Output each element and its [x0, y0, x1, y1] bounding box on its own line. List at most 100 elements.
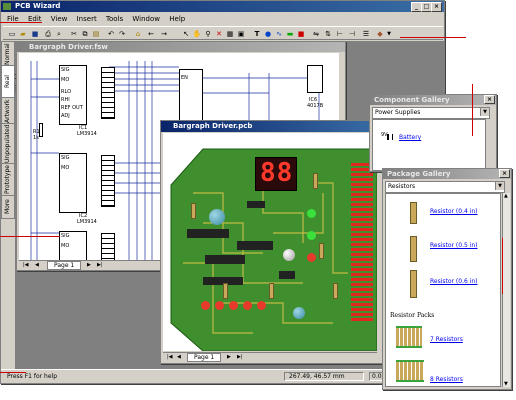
align-left-icon[interactable]: ⊢: [335, 29, 345, 39]
capacitor-large[interactable]: [209, 209, 225, 225]
pcb-canvas[interactable]: 88: [163, 133, 377, 351]
seven-segment-display[interactable]: 88: [255, 157, 297, 191]
led-red-5[interactable]: [243, 301, 252, 310]
flip-v-icon[interactable]: ⇅: [323, 29, 333, 39]
pointer-icon[interactable]: ↖: [181, 29, 191, 39]
ic6-symbol[interactable]: [307, 65, 323, 93]
ic3-bargraph[interactable]: [101, 233, 115, 263]
led-bargraph-column[interactable]: [351, 163, 373, 323]
schematic-next-page-icon[interactable]: ▶: [87, 262, 91, 268]
led-red-3[interactable]: [215, 301, 224, 310]
pcb-hscroll[interactable]: |◀ ◀ Page 1 ▶ ▶|: [163, 352, 377, 362]
ic-chip-5[interactable]: [279, 271, 295, 279]
menu-window[interactable]: Window: [132, 15, 160, 23]
resistor-2[interactable]: [223, 283, 228, 299]
resistor-6[interactable]: [333, 283, 338, 299]
resistor-05-link[interactable]: Resistor (0.5 in): [430, 242, 478, 249]
resistor-04-link[interactable]: Resistor (0.4 in): [430, 208, 478, 215]
menu-insert[interactable]: Insert: [77, 15, 97, 23]
tab-prototype[interactable]: Prototype: [1, 163, 15, 197]
open-icon[interactable]: ▰: [18, 29, 28, 39]
text-icon[interactable]: T: [252, 29, 262, 39]
ic-chip-2[interactable]: [237, 241, 273, 250]
save-icon[interactable]: ■: [30, 29, 40, 39]
ic2-symbol[interactable]: [59, 153, 87, 213]
print-icon[interactable]: ⎙: [43, 29, 53, 39]
chevron-down-icon[interactable]: ▼: [480, 108, 489, 116]
paste-icon[interactable]: ▤: [91, 29, 101, 39]
ic-chip-3[interactable]: [205, 255, 245, 264]
scroll-up-icon[interactable]: ▲: [504, 193, 508, 199]
capacitor-small-2[interactable]: [293, 307, 305, 319]
ic-chip-1[interactable]: [187, 229, 229, 238]
menu-view[interactable]: View: [51, 15, 68, 23]
flip-h-icon[interactable]: ⇋: [311, 29, 321, 39]
led-green-1[interactable]: [307, 209, 316, 218]
copy-icon[interactable]: ⧉: [80, 29, 90, 39]
home-icon[interactable]: ⌂: [133, 29, 143, 39]
hand-icon[interactable]: ✋: [192, 29, 202, 39]
tab-artwork[interactable]: Artwork: [1, 97, 15, 125]
led-red-6[interactable]: [257, 301, 266, 310]
pcb-prev-page-icon[interactable]: ◀: [177, 354, 181, 360]
forward-icon[interactable]: →: [159, 29, 169, 39]
tab-more[interactable]: More: [1, 195, 15, 219]
grid-icon[interactable]: ▦: [225, 29, 235, 39]
component-gallery-close-button[interactable]: ×: [484, 95, 495, 104]
align-right-icon[interactable]: ⊣: [347, 29, 357, 39]
tab-normal[interactable]: Normal: [1, 41, 15, 67]
print-preview-icon[interactable]: ⌕: [54, 29, 64, 39]
resistor-06-link[interactable]: Resistor (0.6 in): [430, 278, 478, 285]
zoom-icon[interactable]: ⚲: [203, 29, 213, 39]
new-icon[interactable]: ▭: [7, 29, 17, 39]
pcb-first-page-icon[interactable]: |◀: [167, 354, 173, 360]
resistor-4[interactable]: [319, 243, 324, 259]
tab-unpopulated[interactable]: Unpopulated: [1, 123, 15, 165]
wire-icon[interactable]: ∿: [274, 29, 284, 39]
cut-icon[interactable]: ✂: [69, 29, 79, 39]
ic-chip-4[interactable]: [247, 201, 265, 208]
ic1-bargraph[interactable]: [101, 67, 115, 119]
schematic-prev-page-icon[interactable]: ◀: [35, 262, 39, 268]
pcb-last-page-icon[interactable]: ▶|: [237, 354, 243, 360]
schematic-first-page-icon[interactable]: |◀: [23, 262, 29, 268]
delete-icon[interactable]: ✕: [214, 29, 224, 39]
pcb-page-tab[interactable]: Page 1: [187, 353, 222, 362]
component-icon[interactable]: ▣: [236, 29, 246, 39]
red-fill-icon[interactable]: ■: [296, 29, 306, 39]
pcb-next-page-icon[interactable]: ▶: [227, 354, 231, 360]
resistor-3[interactable]: [313, 173, 318, 189]
led-red-1[interactable]: [307, 253, 316, 262]
menu-help[interactable]: Help: [169, 15, 185, 23]
led-green-2[interactable]: [307, 231, 316, 240]
tab-real-world[interactable]: Real World: [1, 65, 22, 99]
resistor-04-image: [410, 202, 417, 224]
schematic-page-tab[interactable]: Page 1: [47, 261, 82, 270]
resistor-pack-7-link[interactable]: 7 Resistors: [430, 336, 463, 343]
menu-tools[interactable]: Tools: [106, 15, 123, 23]
node-icon[interactable]: ●: [263, 29, 273, 39]
layers-icon[interactable]: ☰: [361, 29, 371, 39]
capacitor-small-1[interactable]: [283, 249, 295, 261]
colour-dropdown-icon[interactable]: ▼: [384, 29, 394, 39]
chevron-down-icon[interactable]: ▼: [495, 182, 504, 190]
led-red-2[interactable]: [201, 301, 210, 310]
package-gallery-close-button[interactable]: ×: [499, 169, 510, 178]
ic1-rlo-label: RLO: [61, 89, 72, 95]
led-red-4[interactable]: [229, 301, 238, 310]
resistor-pack-8-link[interactable]: 8 Resistors: [430, 376, 463, 383]
r1-resistor-symbol[interactable]: [39, 123, 43, 137]
back-icon[interactable]: ←: [146, 29, 156, 39]
redo-icon[interactable]: ↷: [117, 29, 127, 39]
package-category-select[interactable]: Resistors ▼: [385, 181, 505, 193]
resistor-1[interactable]: [191, 203, 196, 219]
package-list-vscroll[interactable]: ▲ ▼: [502, 193, 510, 387]
ic2-bargraph[interactable]: [101, 155, 115, 207]
probe-icon[interactable]: ▬: [285, 29, 295, 39]
battery-link[interactable]: Battery: [399, 134, 421, 141]
undo-icon[interactable]: ↶: [106, 29, 116, 39]
scroll-down-icon[interactable]: ▼: [504, 381, 508, 387]
schematic-last-page-icon[interactable]: ▶|: [97, 262, 103, 268]
resistor-5[interactable]: [269, 283, 274, 299]
close-button[interactable]: ×: [431, 2, 442, 12]
